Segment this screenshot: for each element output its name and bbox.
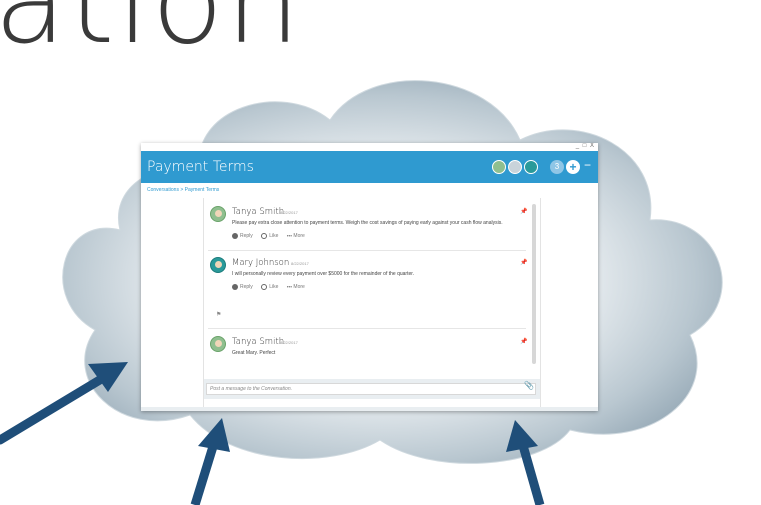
add-participant-button[interactable]: + [566, 160, 580, 174]
pin-icon[interactable]: 📌 [520, 259, 527, 266]
conversation-title: Payment Terms [147, 159, 254, 175]
author-name[interactable]: Tanya Smith [232, 337, 284, 347]
window-header: Payment Terms 3 + − [141, 151, 598, 183]
conversation-window: _ □ X Payment Terms 3 + − Conversations … [141, 143, 598, 411]
reply-link[interactable]: Reply [240, 233, 253, 239]
more-link[interactable]: More [293, 233, 304, 239]
participant-avatar[interactable] [524, 160, 538, 174]
window-footer [141, 407, 598, 411]
message-input[interactable]: Post a message to the Conversation. [206, 383, 536, 395]
like-link[interactable]: Like [269, 284, 278, 290]
reply-icon[interactable] [232, 233, 238, 239]
post-date: 8/22/2017 [280, 340, 298, 345]
flag-icon[interactable]: ⚑ [216, 311, 221, 318]
divider [208, 250, 526, 251]
participant-avatar[interactable] [508, 160, 522, 174]
pin-icon[interactable]: 📌 [520, 338, 527, 345]
arrow-middle [190, 418, 230, 505]
more-icon[interactable]: ••• [287, 284, 292, 290]
avatar[interactable] [210, 257, 226, 273]
like-icon[interactable] [261, 233, 268, 239]
compose-bar: Post a message to the Conversation. 📎 [204, 379, 540, 399]
reply-icon[interactable] [232, 284, 238, 290]
participant-avatar[interactable] [492, 160, 506, 174]
author-name[interactable]: Mary Johnson [232, 258, 289, 268]
minimize-button[interactable]: − [584, 158, 591, 172]
participant-count-badge[interactable]: 3 [550, 160, 564, 174]
scrollbar[interactable] [532, 204, 536, 364]
post-date: 8/22/2017 [291, 261, 309, 266]
conversation-panel: Tanya Smith 8/22/2017 Please pay extra c… [203, 198, 541, 411]
post-actions: Reply Like ••• More [232, 284, 312, 290]
more-icon[interactable]: ••• [287, 233, 292, 239]
avatar[interactable] [210, 336, 226, 352]
breadcrumb[interactable]: Conversations > Payment Terms [147, 187, 219, 193]
like-link[interactable]: Like [269, 233, 278, 239]
pin-icon[interactable]: 📌 [520, 208, 527, 215]
post-date: 8/22/2017 [280, 210, 298, 215]
more-link[interactable]: More [293, 284, 304, 290]
paperclip-icon[interactable]: 📎 [524, 381, 534, 390]
divider [208, 328, 526, 329]
like-icon[interactable] [261, 284, 268, 290]
reply-link[interactable]: Reply [240, 284, 253, 290]
post-actions: Reply Like ••• More [232, 233, 312, 239]
author-name[interactable]: Tanya Smith [232, 207, 284, 217]
post-message: I will personally review every payment o… [232, 271, 415, 277]
window-controls[interactable]: _ □ X [576, 143, 595, 151]
avatar[interactable] [210, 206, 226, 222]
post-message: Great Mary. Perfect [232, 350, 276, 356]
post-message: Please pay extra close attention to paym… [232, 220, 503, 226]
